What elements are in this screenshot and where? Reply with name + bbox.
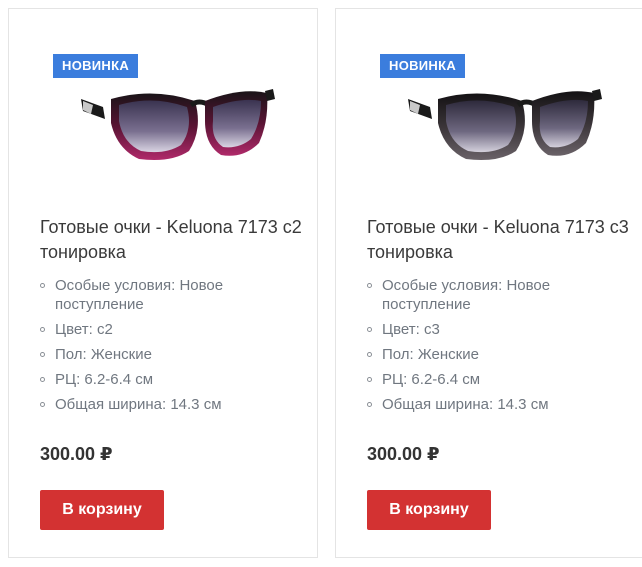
- product-price: 300.00 ₽: [40, 444, 113, 464]
- property-item: Цвет: с2: [40, 320, 310, 339]
- product-properties: Особые условия: Новое поступление Цвет: …: [367, 276, 637, 420]
- property-item: Общая ширина: 14.3 см: [367, 395, 637, 414]
- bullet-icon: [367, 402, 372, 407]
- bullet-icon: [40, 402, 45, 407]
- bullet-icon: [367, 283, 372, 288]
- product-card: НОВИНКА Готовые очки - Keluona 7173 с3 т…: [335, 8, 642, 558]
- bullet-icon: [40, 327, 45, 332]
- bullet-icon: [367, 327, 372, 332]
- property-item: Пол: Женские: [40, 345, 310, 364]
- property-item: Общая ширина: 14.3 см: [40, 395, 310, 414]
- property-item: Особые условия: Новое поступление: [367, 276, 637, 314]
- product-price: 300.00 ₽: [367, 444, 440, 464]
- product-title[interactable]: Готовые очки - Keluona 7173 с3 тонировка: [367, 215, 637, 265]
- new-badge: НОВИНКА: [53, 54, 139, 78]
- property-item: Пол: Женские: [367, 345, 637, 364]
- add-to-cart-button[interactable]: В корзину: [367, 490, 491, 530]
- product-properties: Особые условия: Новое поступление Цвет: …: [40, 276, 310, 420]
- property-item: Особые условия: Новое поступление: [40, 276, 310, 314]
- new-badge: НОВИНКА: [380, 54, 466, 78]
- bullet-icon: [40, 283, 45, 288]
- property-item: РЦ: 6.2-6.4 см: [40, 370, 310, 389]
- bullet-icon: [40, 352, 45, 357]
- bullet-icon: [367, 352, 372, 357]
- property-item: Цвет: с3: [367, 320, 637, 339]
- product-title[interactable]: Готовые очки - Keluona 7173 с2 тонировка: [40, 215, 310, 265]
- bullet-icon: [40, 377, 45, 382]
- add-to-cart-button[interactable]: В корзину: [40, 490, 164, 530]
- product-card: НОВИНКА Готовые очки - Keluona 7173 с2 т…: [8, 8, 318, 558]
- property-item: РЦ: 6.2-6.4 см: [367, 370, 637, 389]
- bullet-icon: [367, 377, 372, 382]
